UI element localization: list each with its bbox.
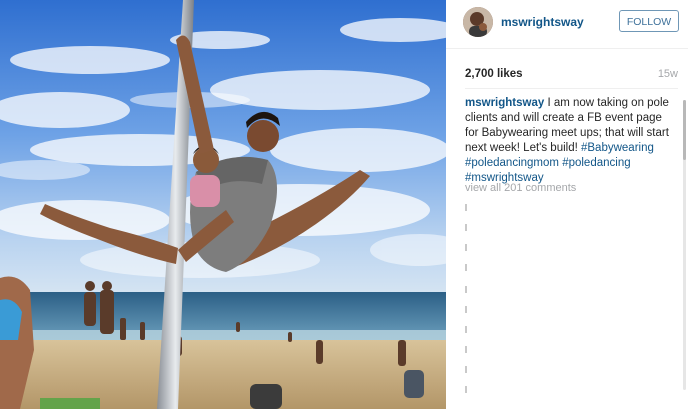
- comment-placeholder: [465, 286, 467, 293]
- post-caption: mswrightsway I am now taking on pole cli…: [465, 96, 675, 186]
- comment-placeholder: [465, 366, 467, 373]
- header-username[interactable]: mswrightsway: [501, 15, 584, 29]
- comment-placeholder: [465, 224, 467, 231]
- comment-placeholder: [465, 264, 467, 271]
- post-age[interactable]: 15w: [658, 68, 678, 80]
- comments-scroll-thumb[interactable]: [683, 100, 686, 160]
- profile-photo-icon: [463, 7, 493, 37]
- follow-button[interactable]: FOLLOW: [619, 10, 679, 32]
- comment-placeholder: [465, 244, 467, 251]
- beach-pole-photo: [0, 0, 446, 409]
- likes-row: 2,700 likes 15w: [465, 68, 678, 84]
- view-all-comments-link[interactable]: view all 201 comments: [465, 182, 576, 194]
- comment-placeholder: [465, 204, 467, 211]
- hashtag-poledancing[interactable]: #poledancing: [562, 157, 630, 169]
- likes-count[interactable]: 2,700 likes: [465, 68, 523, 80]
- comment-placeholder: [465, 326, 467, 333]
- avatar[interactable]: [463, 7, 493, 37]
- post-photo[interactable]: [0, 0, 446, 409]
- hashtag-babywearing[interactable]: #Babywearing: [581, 142, 654, 154]
- comment-placeholder: [465, 386, 467, 393]
- hashtag-poledancingmom[interactable]: #poledancingmom: [465, 157, 559, 169]
- comment-placeholder: [465, 346, 467, 353]
- comment-placeholder: [465, 306, 467, 313]
- post-sidebar: mswrightsway FOLLOW 2,700 likes 15w mswr…: [446, 0, 688, 409]
- caption-username[interactable]: mswrightsway: [465, 97, 544, 109]
- divider: [465, 88, 678, 89]
- post-header: mswrightsway FOLLOW: [446, 0, 688, 49]
